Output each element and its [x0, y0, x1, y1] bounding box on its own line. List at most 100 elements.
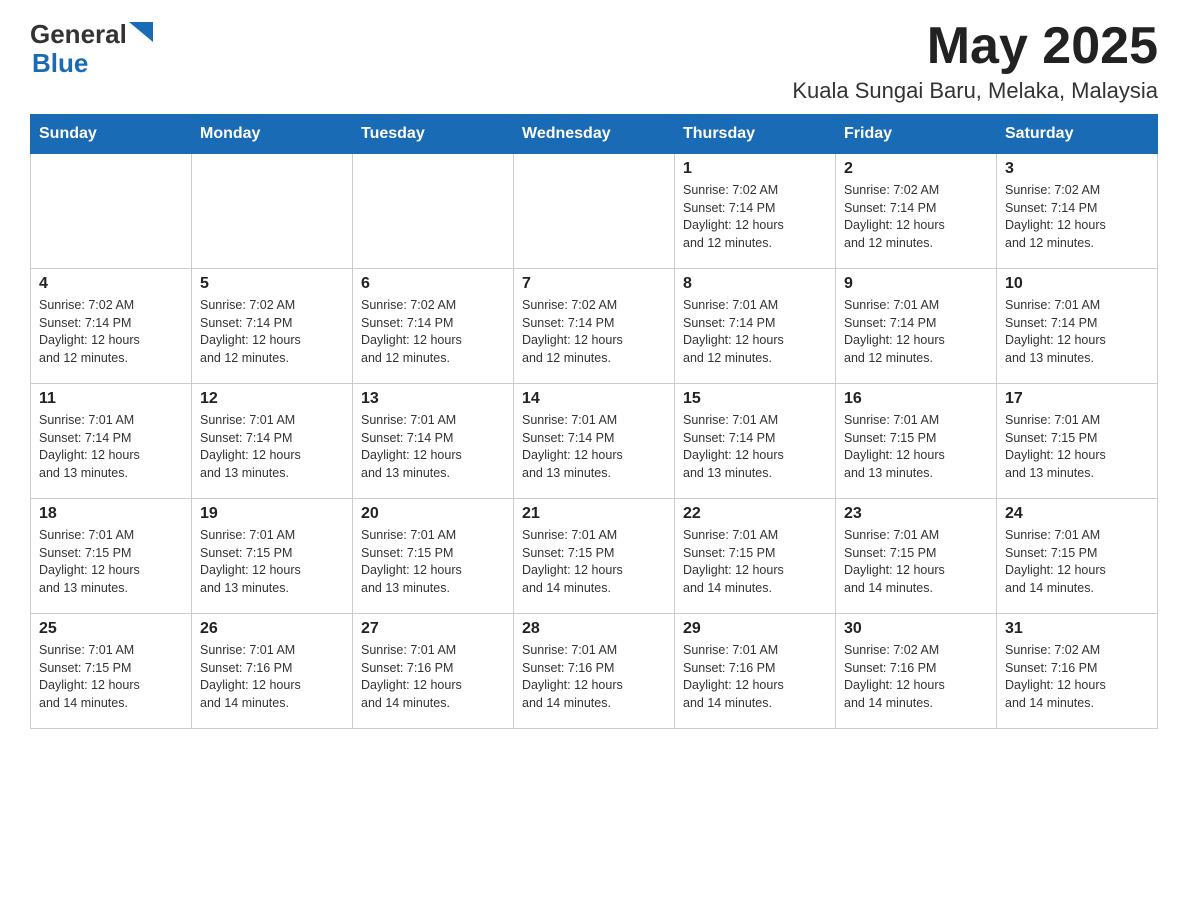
day-number: 25	[39, 620, 183, 638]
day-info: Sunrise: 7:01 AMSunset: 7:15 PMDaylight:…	[1005, 412, 1149, 482]
calendar-cell: 28 Sunrise: 7:01 AMSunset: 7:16 PMDayligh…	[514, 614, 675, 729]
weekday-header-tuesday: Tuesday	[353, 115, 514, 154]
weekday-header-friday: Friday	[836, 115, 997, 154]
week-row-5: 25 Sunrise: 7:01 AMSunset: 7:15 PMDayligh…	[31, 614, 1158, 729]
weekday-header-wednesday: Wednesday	[514, 115, 675, 154]
day-info: Sunrise: 7:01 AMSunset: 7:15 PMDaylight:…	[39, 527, 183, 597]
day-info: Sunrise: 7:01 AMSunset: 7:16 PMDaylight:…	[361, 642, 505, 712]
location-title: Kuala Sungai Baru, Melaka, Malaysia	[792, 78, 1158, 104]
week-row-2: 4 Sunrise: 7:02 AMSunset: 7:14 PMDaylight…	[31, 269, 1158, 384]
day-number: 9	[844, 275, 988, 293]
day-number: 31	[1005, 620, 1149, 638]
calendar-cell: 7 Sunrise: 7:02 AMSunset: 7:14 PMDaylight…	[514, 269, 675, 384]
day-info: Sunrise: 7:01 AMSunset: 7:14 PMDaylight:…	[683, 297, 827, 367]
day-number: 15	[683, 390, 827, 408]
calendar-cell: 11Sunrise: 7:01 AMSunset: 7:14 PMDayligh…	[31, 384, 192, 499]
calendar-cell: 2Sunrise: 7:02 AMSunset: 7:14 PMDaylight…	[836, 154, 997, 269]
day-number: 16	[844, 390, 988, 408]
day-number: 27	[361, 620, 505, 638]
calendar-cell: 30 Sunrise: 7:02 AMSunset: 7:16 PMDayligh…	[836, 614, 997, 729]
day-info: Sunrise: 7:01 AMSunset: 7:16 PMDaylight:…	[200, 642, 344, 712]
calendar-cell: 3 Sunrise: 7:02 AMSunset: 7:14 PMDaylight…	[997, 154, 1158, 269]
day-info: Sunrise: 7:02 AMSunset: 7:14 PMDaylight:…	[522, 297, 666, 367]
day-number: 17	[1005, 390, 1149, 408]
logo-icon	[129, 22, 153, 46]
day-info: Sunrise: 7:01 AMSunset: 7:16 PMDaylight:…	[683, 642, 827, 712]
day-number: 12	[200, 390, 344, 408]
day-info: Sunrise: 7:01 AMSunset: 7:14 PMDaylight:…	[683, 412, 827, 482]
calendar-cell: 5 Sunrise: 7:02 AMSunset: 7:14 PMDaylight…	[192, 269, 353, 384]
day-number: 6	[361, 275, 505, 293]
day-info: Sunrise: 7:02 AMSunset: 7:16 PMDaylight:…	[844, 642, 988, 712]
title-area: May 2025 Kuala Sungai Baru, Melaka, Mala…	[792, 20, 1158, 104]
calendar-cell: 18Sunrise: 7:01 AMSunset: 7:15 PMDayligh…	[31, 499, 192, 614]
day-info: Sunrise: 7:02 AMSunset: 7:14 PMDaylight:…	[200, 297, 344, 367]
header: General Blue May 2025 Kuala Sungai Baru,…	[30, 20, 1158, 104]
day-number: 29	[683, 620, 827, 638]
day-info: Sunrise: 7:01 AMSunset: 7:15 PMDaylight:…	[361, 527, 505, 597]
logo-general-text: General	[30, 20, 127, 49]
day-number: 14	[522, 390, 666, 408]
day-info: Sunrise: 7:01 AMSunset: 7:15 PMDaylight:…	[844, 412, 988, 482]
calendar-cell: 10Sunrise: 7:01 AMSunset: 7:14 PMDayligh…	[997, 269, 1158, 384]
calendar-cell: 26 Sunrise: 7:01 AMSunset: 7:16 PMDayligh…	[192, 614, 353, 729]
weekday-header-monday: Monday	[192, 115, 353, 154]
day-number: 4	[39, 275, 183, 293]
calendar-cell: 17 Sunrise: 7:01 AMSunset: 7:15 PMDayligh…	[997, 384, 1158, 499]
calendar-cell: 1 Sunrise: 7:02 AMSunset: 7:14 PMDaylight…	[675, 154, 836, 269]
calendar-cell: 21 Sunrise: 7:01 AMSunset: 7:15 PMDayligh…	[514, 499, 675, 614]
day-number: 1	[683, 160, 827, 178]
calendar-cell: 14 Sunrise: 7:01 AMSunset: 7:14 PMDayligh…	[514, 384, 675, 499]
day-info: Sunrise: 7:02 AMSunset: 7:14 PMDaylight:…	[361, 297, 505, 367]
calendar-cell	[31, 154, 192, 269]
weekday-header-thursday: Thursday	[675, 115, 836, 154]
day-number: 24	[1005, 505, 1149, 523]
day-number: 30	[844, 620, 988, 638]
day-info: Sunrise: 7:02 AMSunset: 7:14 PMDaylight:…	[39, 297, 183, 367]
week-row-1: 1 Sunrise: 7:02 AMSunset: 7:14 PMDaylight…	[31, 154, 1158, 269]
day-number: 3	[1005, 160, 1149, 178]
calendar-cell: 20 Sunrise: 7:01 AMSunset: 7:15 PMDayligh…	[353, 499, 514, 614]
calendar-cell: 22Sunrise: 7:01 AMSunset: 7:15 PMDayligh…	[675, 499, 836, 614]
day-info: Sunrise: 7:02 AMSunset: 7:14 PMDaylight:…	[683, 182, 827, 252]
day-number: 22	[683, 505, 827, 523]
day-number: 26	[200, 620, 344, 638]
day-info: Sunrise: 7:01 AMSunset: 7:14 PMDaylight:…	[1005, 297, 1149, 367]
calendar-cell	[514, 154, 675, 269]
day-info: Sunrise: 7:02 AMSunset: 7:14 PMDaylight:…	[1005, 182, 1149, 252]
day-info: Sunrise: 7:01 AMSunset: 7:16 PMDaylight:…	[522, 642, 666, 712]
day-info: Sunrise: 7:01 AMSunset: 7:15 PMDaylight:…	[1005, 527, 1149, 597]
day-number: 23	[844, 505, 988, 523]
calendar-cell: 25 Sunrise: 7:01 AMSunset: 7:15 PMDayligh…	[31, 614, 192, 729]
calendar-cell: 23 Sunrise: 7:01 AMSunset: 7:15 PMDayligh…	[836, 499, 997, 614]
weekday-header-sunday: Sunday	[31, 115, 192, 154]
day-info: Sunrise: 7:01 AMSunset: 7:14 PMDaylight:…	[361, 412, 505, 482]
day-info: Sunrise: 7:02 AMSunset: 7:16 PMDaylight:…	[1005, 642, 1149, 712]
day-info: Sunrise: 7:01 AMSunset: 7:14 PMDaylight:…	[39, 412, 183, 482]
day-info: Sunrise: 7:01 AMSunset: 7:15 PMDaylight:…	[522, 527, 666, 597]
day-info: Sunrise: 7:01 AMSunset: 7:15 PMDaylight:…	[39, 642, 183, 712]
calendar-cell: 13 Sunrise: 7:01 AMSunset: 7:14 PMDayligh…	[353, 384, 514, 499]
calendar-cell: 24 Sunrise: 7:01 AMSunset: 7:15 PMDayligh…	[997, 499, 1158, 614]
day-number: 8	[683, 275, 827, 293]
calendar-cell: 27 Sunrise: 7:01 AMSunset: 7:16 PMDayligh…	[353, 614, 514, 729]
logo-blue-text: Blue	[32, 49, 153, 78]
day-info: Sunrise: 7:01 AMSunset: 7:14 PMDaylight:…	[522, 412, 666, 482]
day-number: 20	[361, 505, 505, 523]
day-number: 13	[361, 390, 505, 408]
day-number: 28	[522, 620, 666, 638]
calendar-cell: 31 Sunrise: 7:02 AMSunset: 7:16 PMDayligh…	[997, 614, 1158, 729]
calendar-cell: 6 Sunrise: 7:02 AMSunset: 7:14 PMDaylight…	[353, 269, 514, 384]
day-info: Sunrise: 7:01 AMSunset: 7:15 PMDaylight:…	[844, 527, 988, 597]
day-info: Sunrise: 7:01 AMSunset: 7:14 PMDaylight:…	[844, 297, 988, 367]
month-title: May 2025	[792, 20, 1158, 72]
day-number: 5	[200, 275, 344, 293]
day-number: 7	[522, 275, 666, 293]
day-number: 21	[522, 505, 666, 523]
day-number: 2	[844, 160, 988, 178]
logo: General Blue	[30, 20, 153, 77]
calendar-table: SundayMondayTuesdayWednesdayThursdayFrid…	[30, 114, 1158, 729]
calendar-cell: 15 Sunrise: 7:01 AMSunset: 7:14 PMDayligh…	[675, 384, 836, 499]
calendar-cell: 9 Sunrise: 7:01 AMSunset: 7:14 PMDaylight…	[836, 269, 997, 384]
weekday-header-row: SundayMondayTuesdayWednesdayThursdayFrid…	[31, 115, 1158, 154]
